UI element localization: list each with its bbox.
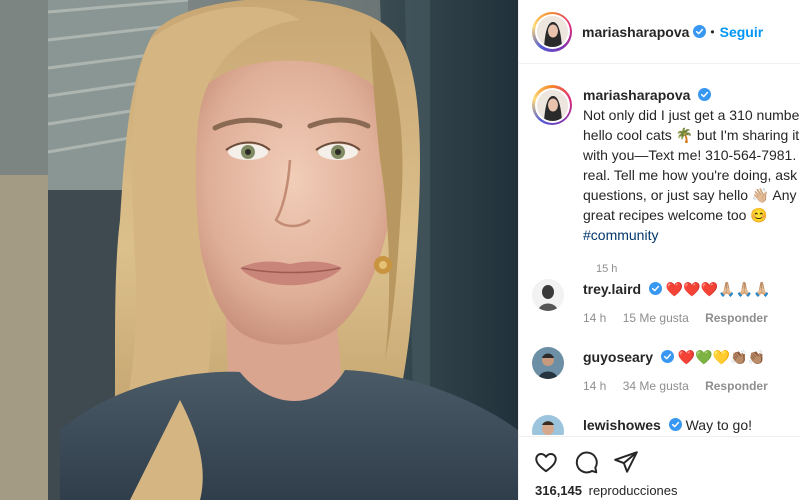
video-frame [0, 0, 518, 500]
reply-button[interactable]: Responder [705, 379, 768, 393]
profile-photo [536, 89, 568, 121]
caption-timestamp[interactable]: 15 h [596, 263, 617, 275]
comment-time[interactable]: 14 h [583, 311, 606, 325]
video-player[interactable] [0, 0, 518, 500]
comment-time[interactable]: 14 h [583, 379, 606, 393]
comment-meta: 14 h 15 Me gusta Responder [583, 311, 781, 325]
verified-badge-icon [660, 350, 674, 363]
views-label: reproducciones [588, 483, 678, 498]
avatar[interactable] [532, 11, 572, 52]
verified-badge-icon [693, 25, 707, 38]
caption-line: real. Tell me how you're doing, ask m [583, 167, 800, 183]
commenter-avatar[interactable] [532, 415, 564, 435]
share-icon[interactable] [613, 449, 639, 475]
header-username[interactable]: mariasharapova [582, 24, 689, 40]
caption-text: mariasharapova Not only did I just get a… [583, 85, 800, 245]
caption-line: great recipes welcome too 😊 [583, 207, 768, 223]
comments-list[interactable]: mariasharapova Not only did I just get a… [519, 65, 800, 435]
caption-username[interactable]: mariasharapova [583, 87, 690, 103]
comment-likes[interactable]: 15 Me gusta [623, 311, 689, 325]
commenter-avatar[interactable] [532, 279, 564, 311]
separator-dot: • [710, 24, 715, 39]
hashtag-link[interactable]: #community [583, 227, 658, 243]
comment-meta: 14 h 34 Me gusta Responder [583, 379, 781, 393]
comment-icon[interactable] [573, 449, 599, 475]
caption-line: questions, or just say hello 👋🏼 Any [583, 187, 797, 203]
caption-line: with you—Text me! 310-564-7981. F [583, 147, 800, 163]
verified-badge-icon [649, 282, 662, 295]
comment-text: ❤️❤️❤️🙏🏼🙏🏼🙏🏼 [665, 281, 771, 297]
profile-photo [536, 16, 568, 47]
caption-line: Not only did I just get a 310 number [583, 107, 800, 123]
views-number: 316,145 [535, 483, 582, 498]
commenter-avatar[interactable] [532, 347, 564, 379]
action-bar: 316,145 reproducciones [519, 436, 800, 500]
comment-likes[interactable]: 34 Me gusta [623, 379, 689, 393]
commenter-username[interactable]: trey.laird [583, 281, 641, 297]
verified-badge-icon [668, 418, 682, 431]
post-header: mariasharapova • Seguir [519, 0, 800, 64]
follow-button[interactable]: Seguir [720, 24, 764, 40]
post-side-panel: mariasharapova • Seguir mariasharapova N… [518, 0, 800, 500]
verified-badge-icon [698, 88, 712, 101]
heart-icon[interactable] [533, 449, 559, 475]
commenter-username[interactable]: lewishowes [583, 417, 661, 433]
instagram-post-view: mariasharapova • Seguir mariasharapova N… [0, 0, 800, 500]
caption-line: hello cool cats 🌴 but I'm sharing it [583, 127, 800, 143]
comment-text: ❤️💚💛👏🏽👏🏽 [677, 349, 765, 365]
reply-button[interactable]: Responder [705, 311, 768, 325]
views-count[interactable]: 316,145 reproducciones [535, 483, 678, 498]
caption-avatar[interactable] [532, 85, 572, 125]
commenter-username[interactable]: guyoseary [583, 349, 653, 365]
comment-text: Way to go! [685, 417, 752, 433]
